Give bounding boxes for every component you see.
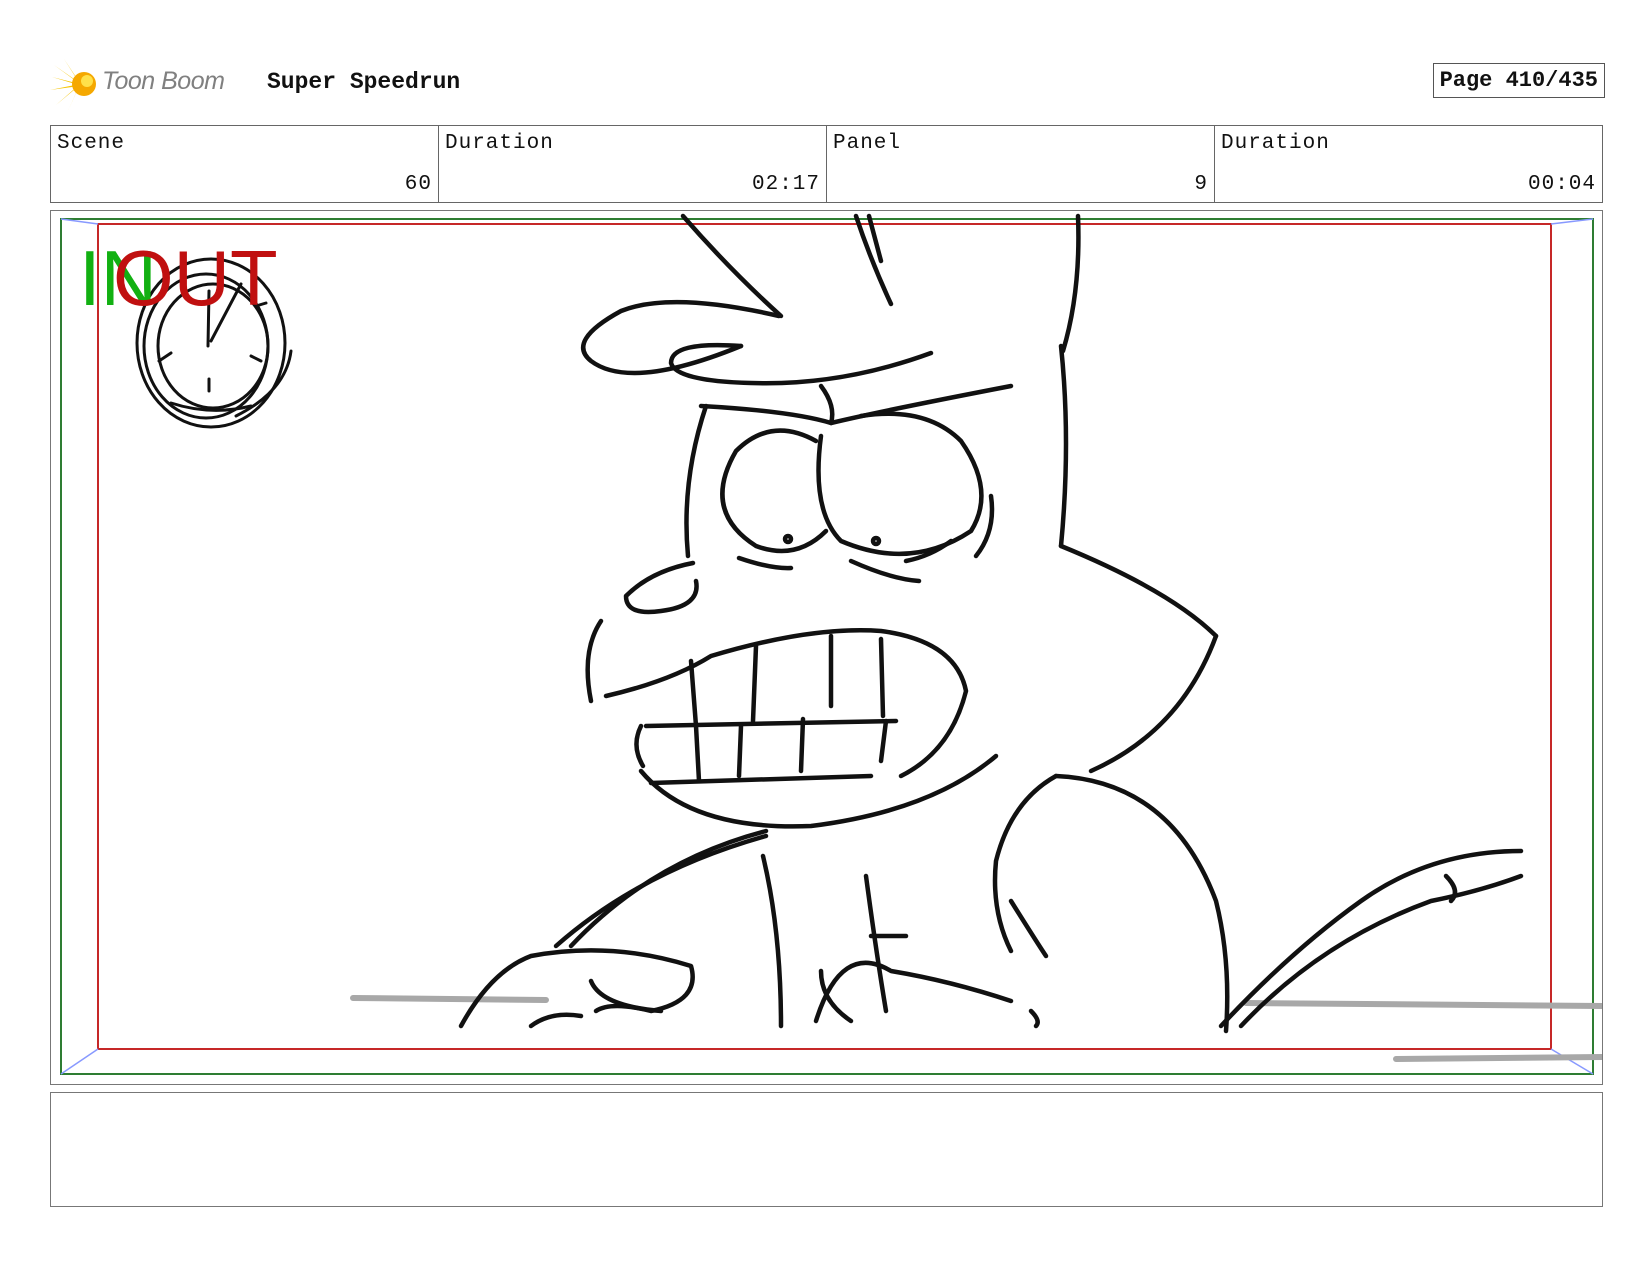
scene-duration-cell: Duration 02:17 — [439, 126, 827, 202]
scene-label: Scene — [57, 132, 126, 155]
star-burst-icon — [50, 59, 96, 111]
toon-boom-logo: Toon Boom — [50, 57, 250, 111]
logo-text: Toon Boom — [102, 67, 225, 95]
panel-duration-value: 00:04 — [1527, 173, 1596, 196]
panel-duration-cell: Duration 00:04 — [1215, 126, 1602, 202]
panel-label: Panel — [833, 132, 902, 155]
panel-notes[interactable] — [50, 1092, 1603, 1207]
out-marker: OUT — [113, 234, 278, 322]
page-indicator: Page 410/435 — [1432, 63, 1605, 98]
panel-drawing — [60, 213, 1602, 1075]
frame-corner-arrow — [1550, 1048, 1594, 1075]
frame-corner-arrow — [60, 1048, 99, 1075]
scene-value: 60 — [404, 173, 432, 196]
page-header: Toon Boom Super Speedrun Page 410/435 — [50, 55, 1605, 115]
outer-safe-frame — [60, 218, 1594, 1075]
panel-value: 9 — [1194, 173, 1208, 196]
panel-cell: Panel 9 — [827, 126, 1215, 202]
scene-cell: Scene 60 — [51, 126, 439, 202]
scene-info-table: Scene 60 Duration 02:17 Panel 9 Duration… — [50, 125, 1603, 203]
scene-duration-label: Duration — [445, 132, 554, 155]
scene-duration-value: 02:17 — [751, 173, 820, 196]
character-sketch — [458, 213, 1524, 1034]
storyboard-panel: IN OUT — [50, 210, 1603, 1085]
project-title: Super Speedrun — [267, 69, 461, 95]
inner-safe-frame — [97, 223, 1552, 1050]
panel-duration-label: Duration — [1221, 132, 1330, 155]
